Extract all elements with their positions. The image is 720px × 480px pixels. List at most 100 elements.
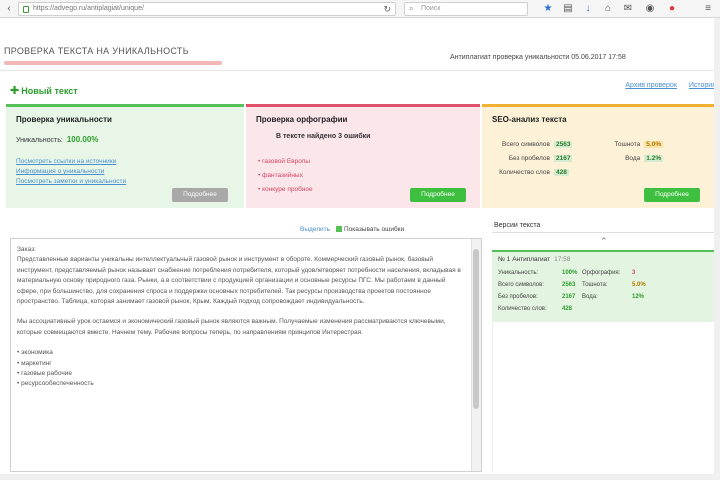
page-scrollbar[interactable]: [714, 18, 720, 480]
uniqueness-label: Уникальность:: [16, 137, 63, 144]
version-row: Всего символов: 2563 Тошнота: 5.0%: [498, 282, 646, 288]
editor-scroll-thumb[interactable]: [473, 249, 479, 409]
list-item: маркетинг: [17, 359, 463, 369]
addon-icon[interactable]: ●: [666, 3, 678, 15]
archive-link[interactable]: Архив проверок: [625, 82, 677, 89]
seo-card: SEO-анализ текста Всего символов 2563 Тош…: [482, 104, 714, 208]
version-timestamp: 17:58: [554, 256, 571, 263]
editor-scrollbar[interactable]: [471, 239, 481, 471]
version-value: 2167: [562, 294, 576, 300]
clipboard-icon[interactable]: ▤: [562, 3, 574, 15]
lock-icon: [23, 6, 29, 13]
seo-label: Вода: [625, 155, 641, 162]
version-value: 5.0%: [632, 282, 646, 288]
version-label: Тошнота:: [582, 282, 608, 288]
editor-toolbar: Выделить Показывать ошибки: [300, 226, 404, 233]
version-label: Орфография:: [582, 270, 621, 276]
version-card[interactable]: № 1 Антиплагиат 17:58 Уникальность: 100% Ор…: [492, 250, 716, 322]
info-link[interactable]: Информация о уникальности: [16, 167, 126, 177]
plus-icon: ✚: [10, 85, 20, 97]
version-value: 428: [562, 306, 573, 312]
star-icon[interactable]: ★: [542, 3, 554, 15]
reload-icon[interactable]: ↻: [383, 4, 391, 15]
text-editor[interactable]: Заказ: Представленные варианты уникальны…: [10, 238, 482, 472]
title-underline: [4, 61, 222, 65]
list-item: экономика: [17, 348, 463, 358]
uniqueness-card: Проверка уникальности Уникальность: 100.0…: [6, 104, 244, 208]
uniqueness-value: 100.00%: [66, 135, 99, 144]
search-placeholder: Поиск: [421, 5, 441, 12]
top-links: Архив проверок История: [615, 82, 716, 89]
new-text-link[interactable]: ✚ Новый текст: [10, 84, 78, 97]
list-item: ресурсообеспеченность: [17, 379, 463, 389]
page-title: ПРОВЕРКА ТЕКСТА НА УНИКАЛЬНОСТЬ: [4, 46, 189, 56]
back-icon[interactable]: ‹: [3, 3, 15, 15]
seo-label: Всего символов: [502, 141, 550, 148]
version-row: Количество слов: 428: [498, 306, 582, 312]
horizontal-scrollbar[interactable]: [0, 474, 714, 480]
home-icon[interactable]: ⌂: [602, 3, 614, 15]
versions-title: Версии текста: [494, 222, 541, 229]
seo-label: Тошнота: [614, 141, 641, 148]
version-value: 3: [632, 270, 636, 276]
version-label: Количество слов:: [498, 306, 547, 312]
version-value: 12%: [632, 294, 645, 300]
spelling-error[interactable]: газовой Европы: [258, 155, 313, 169]
text-list: экономика маркетинг газовые рабочие ресу…: [17, 348, 463, 390]
text-content: Заказ: Представленные варианты уникальны…: [17, 245, 463, 390]
text-paragraph: Мы ассоциативный урок остаемся и экономи…: [17, 318, 446, 336]
uniqueness-title: Проверка уникальности: [16, 115, 112, 124]
browser-toolbar: ‹ https://advego.ru/antiplagiat/unique/ …: [0, 0, 720, 18]
download-icon[interactable]: ↓: [582, 3, 594, 15]
browser-search-input[interactable]: ⌕ Поиск: [404, 2, 528, 16]
check-date: Антиплагиат проверка уникальности 05.06.…: [450, 54, 626, 61]
versions-divider: [492, 232, 716, 233]
spelling-card: Проверка орфографии В тексте найдено 3 о…: [246, 104, 480, 208]
spelling-error[interactable]: фантазийных: [258, 169, 313, 183]
seo-row: Всего символов 2563 Тошнота 5.0%: [490, 141, 664, 148]
seo-label: Без пробелов: [508, 155, 550, 162]
show-errors-checkbox[interactable]: [336, 226, 342, 233]
spelling-error-list: газовой Европы фантазийных конкуре пробн…: [258, 155, 313, 197]
version-row: Без пробелов: 2167 Вода: 12%: [498, 294, 644, 300]
new-text-label: Новый текст: [21, 86, 78, 96]
seo-title: SEO-анализ текста: [492, 115, 567, 124]
version-head: № 1 Антиплагиат 17:58: [498, 256, 570, 263]
uniqueness-details-button[interactable]: Подробнее: [172, 188, 228, 202]
version-label: Вода:: [582, 294, 598, 300]
history-link[interactable]: История: [689, 82, 716, 89]
header-divider: [0, 70, 720, 71]
seo-label: Количество слов: [499, 169, 550, 176]
search-icon: ⌕: [409, 4, 414, 13]
menu-icon[interactable]: ≡: [702, 3, 714, 15]
version-label: Уникальность:: [498, 270, 539, 276]
seo-value: 1.2%: [644, 155, 664, 162]
select-link[interactable]: Выделить: [300, 226, 330, 233]
seo-details-button[interactable]: Подробнее: [644, 188, 700, 202]
uniqueness-links: Посмотреть ссылки на источники Информаци…: [16, 157, 126, 187]
seo-value: 428: [554, 169, 569, 176]
text-heading: Заказ:: [17, 246, 36, 253]
chat-icon[interactable]: ✉: [622, 3, 634, 15]
seo-value: 5.0%: [644, 141, 664, 148]
notes-link[interactable]: Посмотреть заметки и уникальности: [16, 177, 126, 187]
version-label: Без пробелов:: [498, 294, 538, 300]
versions-panel-area: [492, 322, 716, 472]
show-errors-label: Показывать ошибки: [344, 226, 405, 233]
spelling-subtitle: В тексте найдено 3 ошибки: [276, 133, 371, 140]
version-label: Всего символов:: [498, 282, 544, 288]
chevron-up-icon[interactable]: ⌃: [600, 236, 608, 247]
sources-link[interactable]: Посмотреть ссылки на источники: [16, 157, 126, 167]
seo-value: 2167: [554, 155, 573, 162]
spelling-error[interactable]: конкуре пробное: [258, 183, 313, 197]
version-row: Уникальность: 100% Орфография: 3: [498, 270, 635, 276]
extension-icon[interactable]: ◉: [644, 3, 656, 15]
spelling-details-button[interactable]: Подробнее: [410, 188, 466, 202]
spelling-title: Проверка орфографии: [256, 115, 348, 124]
text-paragraph: Представленные варианты уникальны интелл…: [17, 256, 461, 306]
version-name: № 1 Антиплагиат: [498, 256, 551, 263]
version-value: 100%: [562, 270, 578, 276]
seo-row: Без пробелов 2167 Вода 1.2%: [490, 155, 664, 162]
address-bar[interactable]: https://advego.ru/antiplagiat/unique/ ↻: [18, 2, 396, 16]
url-text: https://advego.ru/antiplagiat/unique/: [33, 5, 144, 12]
